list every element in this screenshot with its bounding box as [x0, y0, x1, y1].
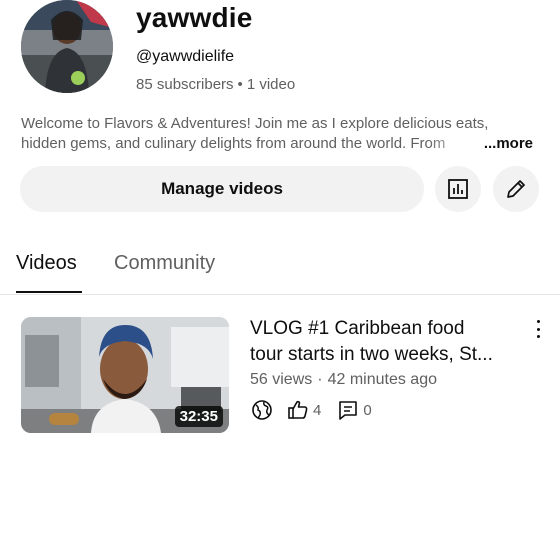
tab-videos[interactable]: Videos: [16, 252, 77, 275]
meta-separator: ·: [317, 371, 323, 388]
edit-channel-button[interactable]: [493, 166, 539, 212]
channel-handle: @yawwdielife: [136, 48, 235, 65]
channel-stats: 85 subscribers • 1 video: [136, 76, 295, 93]
video-title-line-2: tour starts in two weeks, St...: [250, 344, 493, 365]
video-thumbnail[interactable]: 32:35: [21, 317, 229, 433]
video-meta: 56 views · 42 minutes ago: [250, 371, 437, 389]
stats-separator: •: [237, 76, 243, 93]
channel-avatar[interactable]: [21, 0, 113, 93]
description-line-1: Welcome to Flavors & Adventures! Join me…: [21, 115, 489, 132]
video-views: 56 views: [250, 371, 313, 388]
channel-name: yawwdie: [136, 2, 253, 33]
comment-icon: [339, 401, 358, 420]
video-duration: 32:35: [174, 406, 223, 427]
manage-videos-button[interactable]: Manage videos: [20, 166, 424, 212]
globe-icon: [251, 399, 273, 421]
subscriber-count: 85 subscribers: [136, 76, 234, 93]
comment-count: 0: [363, 401, 372, 419]
comment-count-group: 0: [337, 399, 372, 421]
tabs-divider: [0, 294, 560, 295]
analytics-button[interactable]: [435, 166, 481, 212]
like-count: 4: [313, 401, 322, 419]
tab-selected-indicator: [16, 291, 82, 293]
video-stats-row: 4 0: [251, 399, 372, 421]
like-count-group: 4: [287, 399, 321, 421]
video-count: 1 video: [246, 76, 296, 93]
tab-community[interactable]: Community: [114, 252, 215, 275]
description-line-2-wrap: hidden gems, and culinary delights from …: [21, 134, 541, 154]
analytics-icon: [448, 179, 468, 199]
description-line-2: hidden gems, and culinary delights from …: [21, 135, 446, 152]
pencil-icon: [507, 180, 525, 198]
video-title-line-1: VLOG #1 Caribbean food: [250, 318, 465, 339]
video-title[interactable]: VLOG #1 Caribbean food tour starts in tw…: [250, 316, 530, 368]
channel-description[interactable]: Welcome to Flavors & Adventures! Join me…: [21, 114, 541, 154]
video-age: 42 minutes ago: [327, 371, 437, 388]
video-more-menu-icon[interactable]: [528, 318, 548, 340]
thumbs-up-icon: [288, 400, 308, 419]
more-link[interactable]: ...more: [484, 134, 533, 154]
